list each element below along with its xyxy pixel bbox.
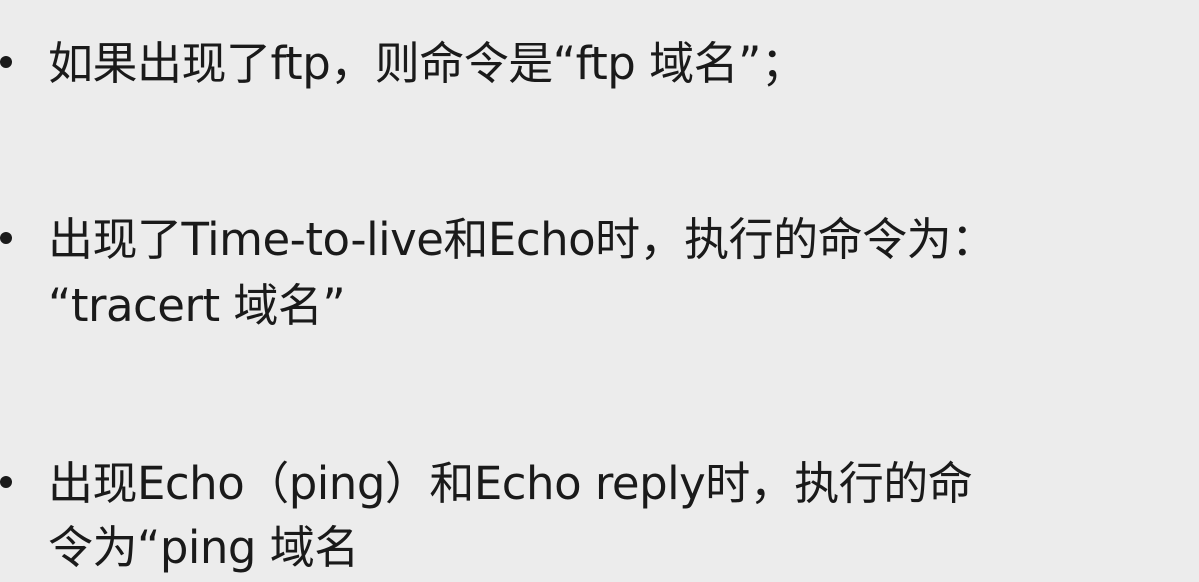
slide: 如果出现了ftp，则命令是“ftp 域名”； 出现了Time-to-live和E… xyxy=(0,0,1199,582)
bullet-dot-icon xyxy=(0,476,12,488)
bullet-dot-icon xyxy=(0,56,12,68)
bullet-text-line: 出现了Time-to-live和Echo时，执行的命令为： xyxy=(48,213,996,266)
bullet-text-line: 如果出现了ftp，则命令是“ftp 域名”； xyxy=(48,37,806,90)
bullet-text-line: 令为“ping 域名 xyxy=(48,521,359,574)
bullet-text-line: “tracert 域名” xyxy=(48,279,346,332)
bullet-text-line: 出现Echo（ping）和Echo reply时，执行的命 xyxy=(48,457,973,510)
bullet-dot-icon xyxy=(0,232,12,244)
